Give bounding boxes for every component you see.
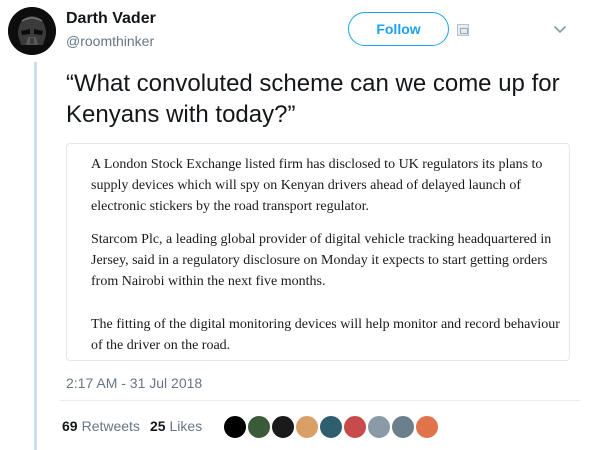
helmet-icon <box>8 7 56 55</box>
author-name[interactable]: Darth Vader <box>66 10 156 28</box>
retweets-stat[interactable]: 69 Retweets <box>62 418 140 434</box>
tweet-text: “What convoluted scheme can we come up f… <box>66 70 560 128</box>
liker-avatar[interactable] <box>342 414 368 440</box>
thread-line <box>34 62 37 450</box>
liker-avatar[interactable] <box>222 414 248 440</box>
liker-avatar[interactable] <box>246 414 272 440</box>
likes-label: Likes <box>169 418 203 434</box>
liker-avatar[interactable] <box>366 414 392 440</box>
likes-count: 25 <box>149 418 166 434</box>
retweets-count: 69 <box>62 418 78 434</box>
liker-avatar[interactable] <box>414 414 440 440</box>
follow-button[interactable]: Follow <box>348 12 449 46</box>
liker-avatar[interactable] <box>294 414 320 440</box>
liker-avatars <box>222 414 440 440</box>
divider <box>60 400 580 401</box>
quote-card[interactable]: A London Stock Exchange listed firm has … <box>66 143 570 361</box>
quote-paragraph: Starcom Plc, a leading global provider o… <box>91 232 552 289</box>
liker-avatar[interactable] <box>390 414 416 440</box>
liker-avatar[interactable] <box>318 414 344 440</box>
quote-paragraph: A London Stock Exchange listed firm has … <box>91 157 543 214</box>
timestamp[interactable]: 2:17 AM - 31 Jul 2018 <box>66 375 202 391</box>
author-handle[interactable]: @roomthinker <box>66 33 154 49</box>
likes-stat[interactable]: 25 Likes <box>150 418 202 434</box>
liker-avatar[interactable] <box>270 414 296 440</box>
image-icon <box>457 24 469 36</box>
avatar[interactable] <box>8 7 56 55</box>
quote-paragraph: The fitting of the digital monitoring de… <box>91 317 560 353</box>
chevron-down-icon[interactable] <box>552 22 568 38</box>
retweets-label: Retweets <box>81 418 140 434</box>
tweet-stats: 69 Retweets 25 Likes <box>62 418 202 434</box>
